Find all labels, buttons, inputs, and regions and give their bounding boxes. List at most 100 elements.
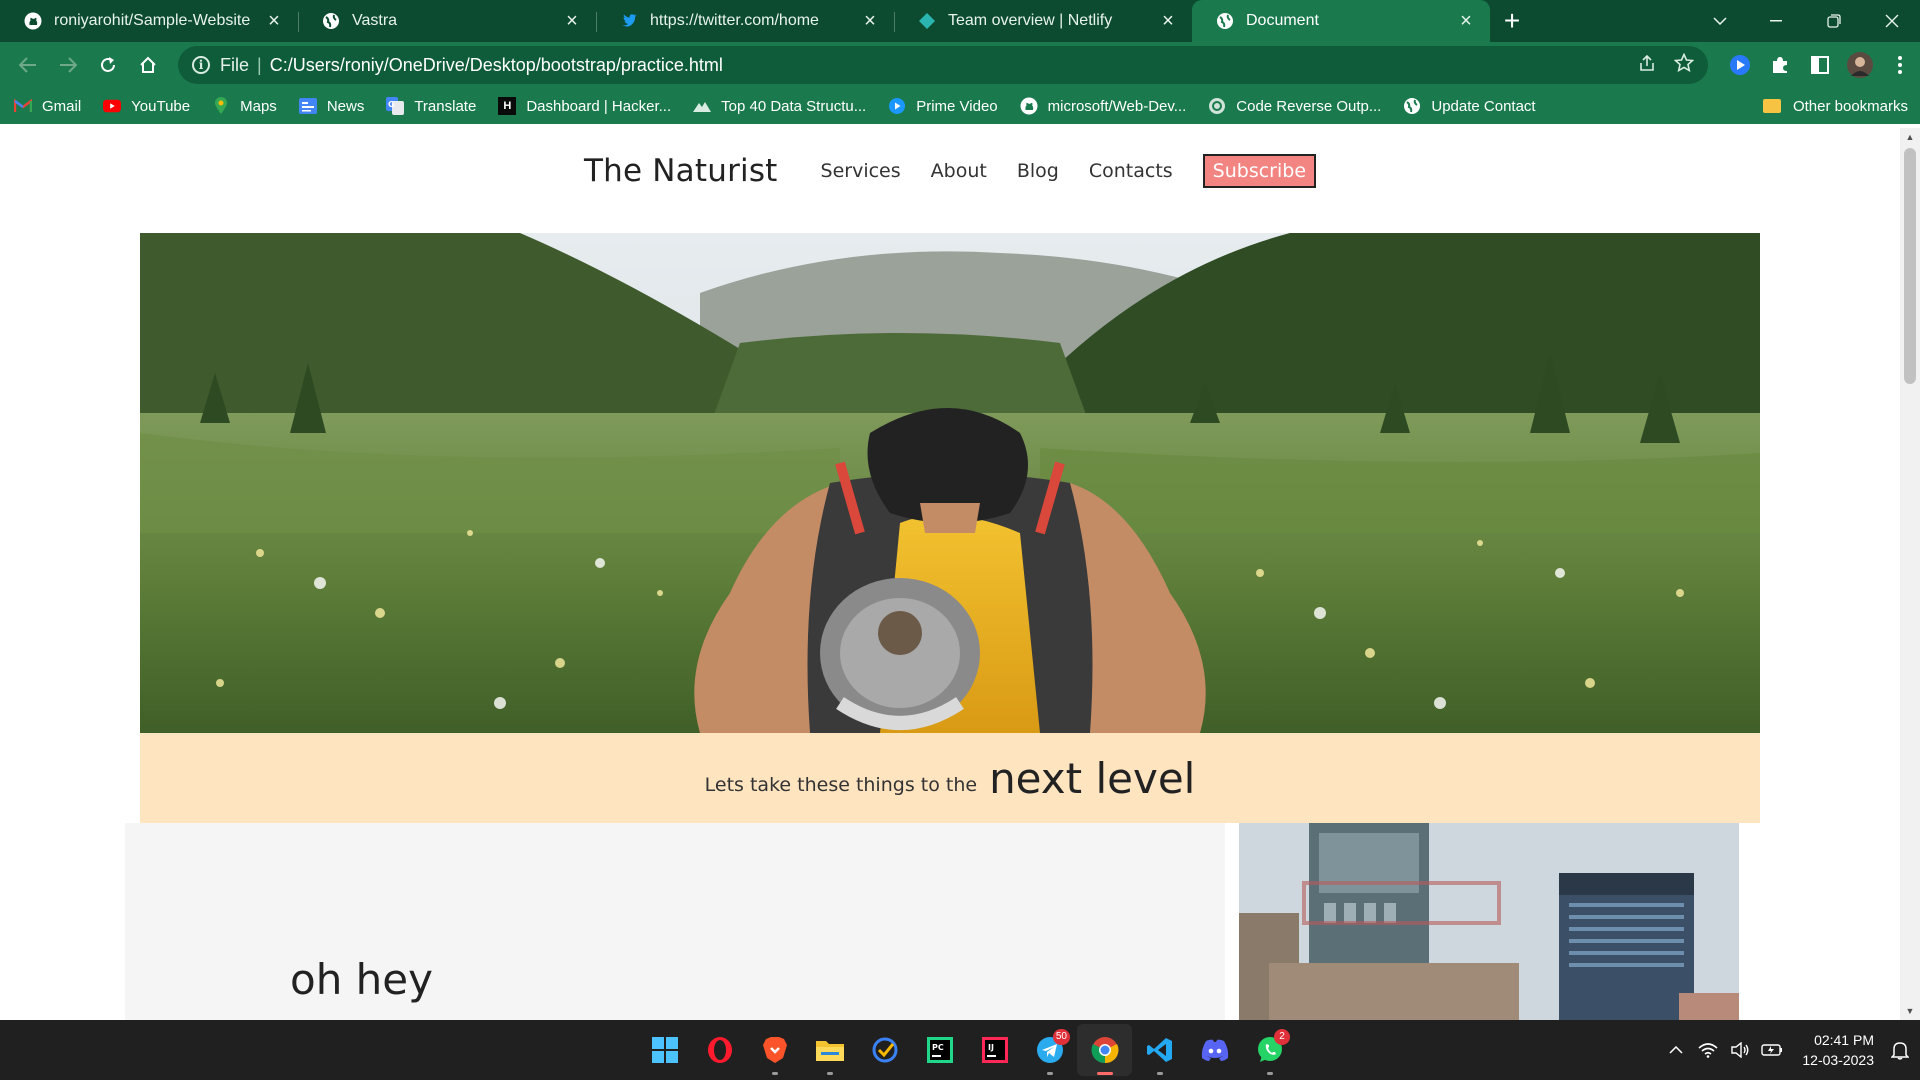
notification-badge: 50 — [1052, 1029, 1070, 1045]
taskbar-apps: PC IJ 50 2 — [637, 1020, 1297, 1080]
nav-link-services[interactable]: Services — [821, 160, 901, 182]
github-icon — [1020, 97, 1038, 115]
site-brand[interactable]: The Naturist — [584, 153, 778, 189]
reload-icon — [101, 57, 115, 72]
reload-button[interactable] — [88, 45, 128, 85]
tab-github[interactable]: roniyarohit/Sample-Website × — [0, 0, 298, 42]
side-panel-icon[interactable] — [1806, 51, 1834, 79]
bookmark-gmail[interactable]: Gmail — [14, 97, 81, 115]
nav-link-blog[interactable]: Blog — [1017, 160, 1059, 182]
discord-icon[interactable] — [1187, 1024, 1242, 1076]
pycharm-icon[interactable]: PC — [912, 1024, 967, 1076]
back-button[interactable] — [8, 45, 48, 85]
notification-bell-icon[interactable] — [1888, 1038, 1912, 1062]
running-indicator — [771, 1072, 778, 1075]
bookmark-star-icon[interactable] — [1673, 52, 1695, 78]
file-explorer-icon[interactable] — [802, 1024, 857, 1076]
github-icon — [24, 12, 42, 30]
bookmark-prime-video[interactable]: Prime Video — [888, 97, 998, 115]
youtube-icon — [103, 97, 122, 115]
close-icon[interactable]: × — [264, 11, 284, 31]
bookmark-label: Dashboard | Hacker... — [526, 97, 672, 115]
bookmark-data-structures[interactable]: Top 40 Data Structu... — [693, 97, 866, 115]
whatsapp-icon[interactable]: 2 — [1242, 1024, 1297, 1076]
tab-vastra[interactable]: Vastra × — [298, 0, 596, 42]
tab-search-chevron-icon[interactable] — [1692, 0, 1748, 42]
bookmark-code-reverse[interactable]: Code Reverse Outp... — [1208, 97, 1381, 115]
todo-icon[interactable] — [857, 1024, 912, 1076]
scroll-down-arrow-icon[interactable]: ▼ — [1900, 1002, 1920, 1020]
subscribe-button[interactable]: Subscribe — [1202, 154, 1317, 188]
page-scrollbar[interactable]: ▲ ▼ — [1900, 128, 1920, 1020]
nav-link-contacts[interactable]: Contacts — [1089, 160, 1173, 182]
bookmark-update-contact[interactable]: Update Contact — [1403, 97, 1536, 115]
clock[interactable]: 02:41 PM 12-03-2023 — [1802, 1030, 1874, 1070]
globe-icon — [1403, 97, 1421, 115]
volume-icon[interactable] — [1728, 1038, 1752, 1062]
globe-icon — [1216, 12, 1234, 30]
other-bookmarks[interactable]: Other bookmarks — [1762, 88, 1908, 124]
windows-start-icon[interactable] — [637, 1024, 692, 1076]
bookmark-hackerrank[interactable]: H Dashboard | Hacker... — [498, 97, 671, 115]
wifi-icon[interactable] — [1696, 1038, 1720, 1062]
globe-icon — [322, 12, 340, 30]
hero-image — [140, 233, 1760, 733]
tab-netlify[interactable]: Team overview | Netlify × — [894, 0, 1192, 42]
restore-icon[interactable] — [1806, 0, 1862, 42]
scrollbar-thumb[interactable] — [1904, 148, 1916, 384]
url-text[interactable]: C:/Users/roniy/OneDrive/Desktop/bootstra… — [270, 55, 723, 76]
netlify-icon — [918, 12, 936, 30]
bookmark-news[interactable]: News — [298, 97, 364, 115]
tab-twitter[interactable]: https://twitter.com/home × — [596, 0, 894, 42]
tagline-small-text: Lets take these things to the — [704, 774, 978, 796]
close-icon[interactable]: × — [562, 11, 582, 31]
section-heading: oh hey — [290, 955, 433, 1004]
telegram-icon[interactable]: 50 — [1022, 1024, 1077, 1076]
translate-icon: G — [386, 97, 405, 115]
share-icon[interactable] — [1638, 54, 1656, 77]
profile-avatar[interactable] — [1846, 51, 1874, 79]
close-icon[interactable]: × — [860, 11, 880, 31]
url-separator: | — [257, 54, 262, 75]
bookmark-translate[interactable]: G Translate — [386, 97, 476, 115]
new-tab-button[interactable]: + — [1490, 0, 1534, 42]
nav-link-about[interactable]: About — [931, 160, 987, 182]
chevron-up-icon[interactable] — [1664, 1038, 1688, 1062]
menu-kebab-icon[interactable] — [1886, 51, 1914, 79]
bookmark-maps[interactable]: Maps — [212, 97, 277, 115]
minimize-icon[interactable] — [1748, 0, 1804, 42]
tab-title: roniyarohit/Sample-Website — [54, 12, 251, 29]
bookmark-label: Gmail — [42, 97, 82, 115]
intellij-icon[interactable]: IJ — [967, 1024, 1022, 1076]
scroll-up-arrow-icon[interactable]: ▲ — [1900, 128, 1920, 146]
tab-title: Vastra — [352, 12, 398, 29]
site-navbar: The Naturist Services About Blog Contact… — [0, 148, 1900, 194]
bookmark-web-dev[interactable]: microsoft/Web-Dev... — [1020, 97, 1187, 115]
close-icon[interactable]: × — [1158, 11, 1178, 31]
svg-text:IJ: IJ — [988, 1043, 994, 1052]
forward-button[interactable] — [48, 45, 88, 85]
window-close-icon[interactable] — [1864, 0, 1920, 42]
clock-date: 12-03-2023 — [1802, 1052, 1874, 1068]
address-bar[interactable]: i File | C:/Users/roniy/OneDrive/Desktop… — [178, 46, 1708, 84]
extension-play-icon[interactable] — [1726, 51, 1754, 79]
home-button[interactable] — [128, 45, 168, 85]
news-icon — [298, 97, 317, 115]
opera-icon[interactable] — [692, 1024, 747, 1076]
running-indicator — [826, 1072, 833, 1075]
extensions-puzzle-icon[interactable] — [1766, 51, 1794, 79]
bookmark-label: microsoft/Web-Dev... — [1047, 97, 1187, 115]
chrome-icon[interactable] — [1077, 1024, 1132, 1076]
tab-title: Team overview | Netlify — [948, 12, 1113, 29]
running-indicator — [1156, 1072, 1163, 1075]
close-icon[interactable]: × — [1456, 11, 1476, 31]
tab-document[interactable]: Document × — [1192, 0, 1490, 42]
bookmark-youtube[interactable]: YouTube — [103, 97, 190, 115]
info-icon[interactable]: i — [192, 56, 210, 74]
gmail-icon — [14, 97, 32, 115]
active-indicator — [1096, 1072, 1113, 1075]
brave-icon[interactable] — [747, 1024, 802, 1076]
battery-icon[interactable] — [1760, 1038, 1784, 1062]
tagline-big-text: next level — [989, 753, 1196, 803]
vscode-icon[interactable] — [1132, 1024, 1187, 1076]
